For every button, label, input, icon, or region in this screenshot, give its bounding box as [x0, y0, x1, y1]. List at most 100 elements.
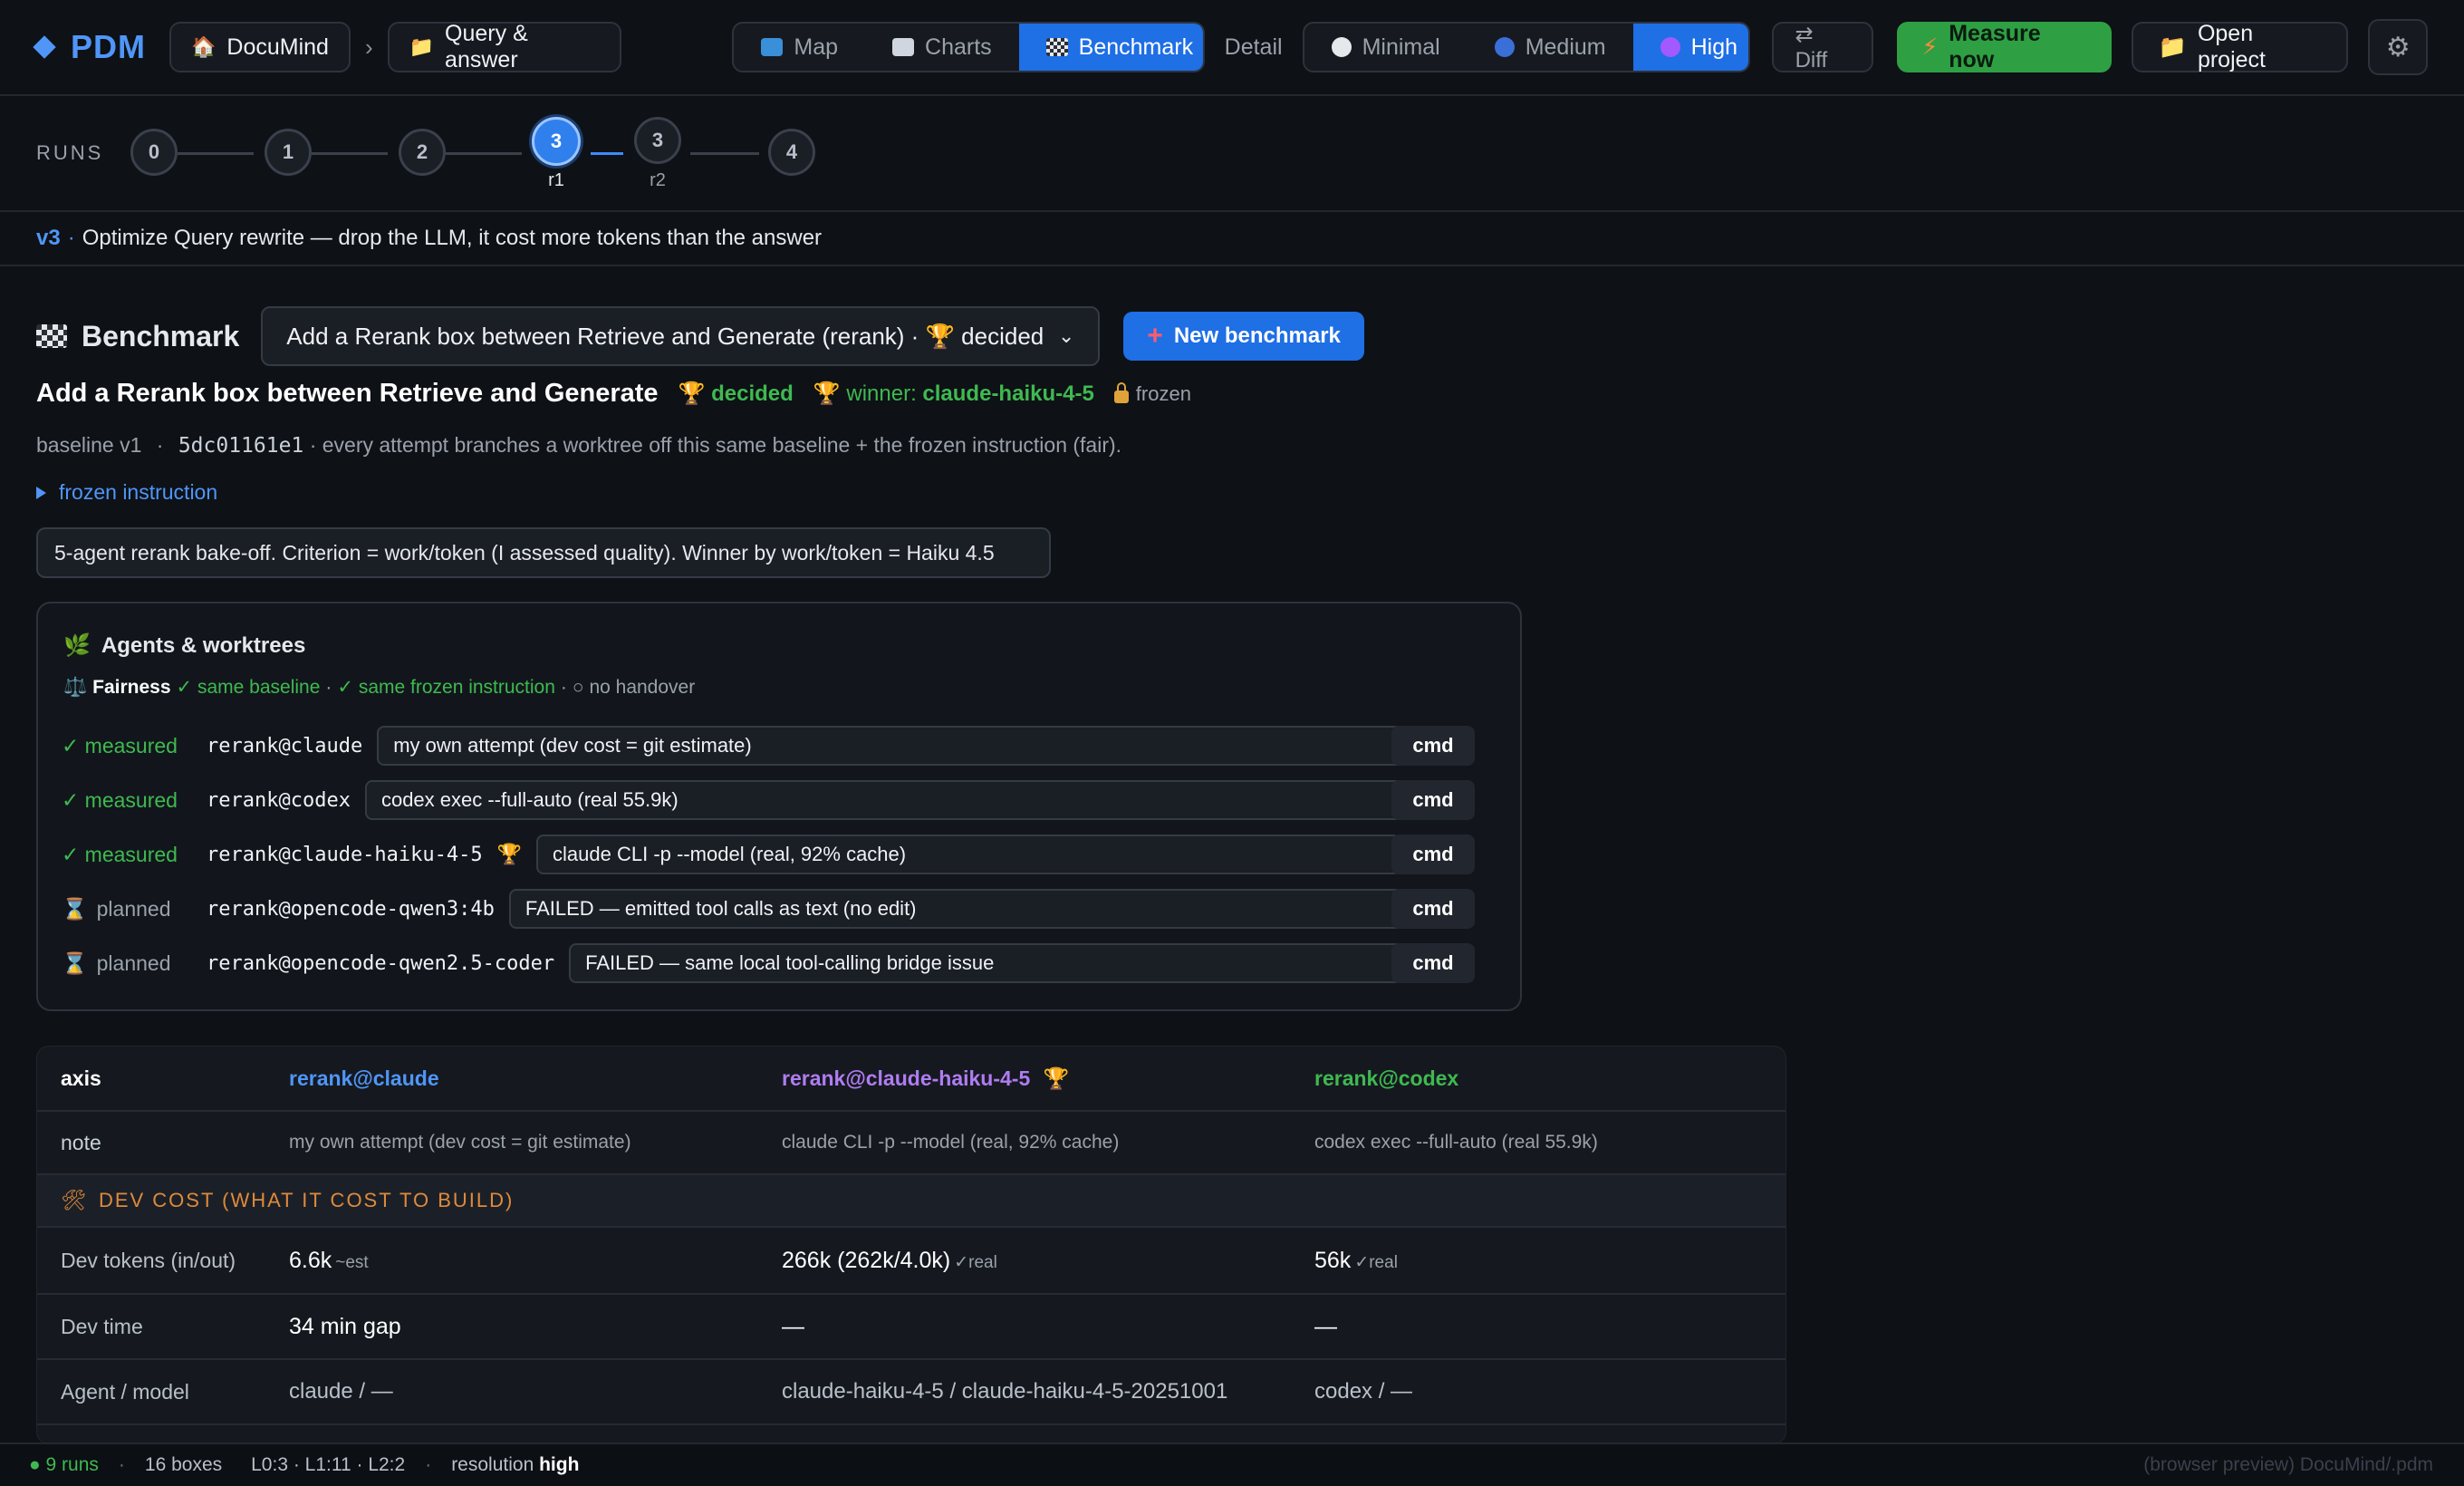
cmd-button[interactable]: cmd [1391, 726, 1475, 766]
agent-note: FAILED — same local tool-calling bridge … [585, 951, 995, 974]
agent-note-field[interactable]: FAILED — same local tool-calling bridge … [569, 943, 1409, 983]
agent-name: rerank@opencode-qwen2.5-coder [207, 951, 555, 975]
column-header-codex[interactable]: rerank@codex [1314, 1066, 1458, 1091]
agent-note-field[interactable]: FAILED — emitted tool calls as text (no … [508, 889, 1406, 929]
map-icon [761, 38, 784, 56]
app-name: PDM [71, 28, 146, 65]
detail-medium-label: Medium [1525, 34, 1606, 60]
cell-value: claude-haiku-4-5 / claude-haiku-4-5-2025… [782, 1379, 1228, 1404]
section-crumb[interactable]: 📁 Query & answer [387, 21, 622, 72]
version-tag: v3 [36, 226, 61, 250]
run-node[interactable]: 2 [399, 129, 446, 176]
chevron-down-icon: ⌄ [1057, 324, 1075, 347]
gear-icon: ⚙ [2385, 32, 2411, 63]
run-node[interactable]: 3 [634, 117, 681, 164]
cell-value: claude CLI -p --model (real, 92% cache) [782, 1132, 1120, 1153]
app-logo[interactable]: PDM [33, 28, 146, 66]
run-node-label: 3 [651, 129, 664, 151]
cell-tag: ✓real [1354, 1252, 1398, 1272]
agent-status-text: planned [96, 950, 171, 975]
cmd-button[interactable]: cmd [1391, 780, 1475, 820]
baseline-hash: 5dc01161e1 [178, 434, 304, 458]
runs-label: RUNS [36, 141, 104, 164]
run-node-selected[interactable]: 3 [532, 117, 581, 166]
cell-main: 6.6k [289, 1247, 332, 1273]
agent-note-field[interactable]: codex exec --full-auto (real 55.9k) [364, 780, 1405, 820]
run-link [178, 152, 254, 155]
diff-button[interactable]: ⇄ Diff [1771, 22, 1873, 72]
row-label: Dev tokens (in/out) [61, 1248, 236, 1272]
run-node[interactable]: 0 [130, 129, 178, 176]
cell-value: 266k (262k/4.0k) ✓real [782, 1248, 997, 1274]
detail-medium[interactable]: Medium [1468, 24, 1633, 71]
agent-note: my own attempt (dev cost = git estimate) [393, 734, 752, 757]
preview-path: (browser preview) DocuMind/.pdm [2143, 1454, 2433, 1475]
open-project-label: Open project [2197, 21, 2266, 72]
version-separator: · [67, 226, 75, 250]
project-crumb[interactable]: 🏠 DocuMind [169, 22, 351, 72]
measure-label: Measure now [1949, 21, 2041, 72]
trophy-icon: 🏆 [496, 843, 523, 865]
agent-status: ✓ measured [62, 787, 178, 812]
cell-main: 266k (262k/4.0k) [782, 1247, 951, 1273]
new-benchmark-button[interactable]: + New benchmark [1123, 312, 1364, 361]
winner-badge: 🏆 winner: claude-haiku-4-5 [813, 381, 1094, 407]
detail-high[interactable]: High [1632, 24, 1748, 71]
tab-charts[interactable]: Charts [865, 24, 1019, 71]
tab-charts-label: Charts [925, 34, 992, 60]
fairness-same-baseline: ✓ same baseline [176, 677, 321, 698]
cmd-label: cmd [1412, 788, 1454, 811]
row-label: Dev time [61, 1314, 143, 1338]
agent-note-field[interactable]: claude CLI -p --model (real, 92% cache) [536, 835, 1401, 874]
cell-value: — [782, 1313, 804, 1339]
cmd-button[interactable]: cmd [1391, 835, 1475, 874]
runs-count: ● 9 runs [29, 1454, 99, 1475]
column-header-claude[interactable]: rerank@claude [289, 1066, 439, 1091]
tab-map[interactable]: Map [734, 24, 865, 71]
winner-prefix: 🏆 winner: [813, 381, 917, 406]
fairness-line: ⚖️ Fairness ✓ same baseline · ✓ same fro… [63, 676, 695, 699]
instruction-field[interactable]: 5-agent rerank bake-off. Criterion = wor… [36, 527, 1051, 578]
cell-value: — [1314, 1313, 1337, 1339]
cmd-label: cmd [1412, 897, 1454, 920]
section-label-text: DEV COST (WHAT IT COST TO BUILD) [98, 1189, 515, 1211]
cell-value: 34 min gap [289, 1313, 401, 1339]
column-header-axis: axis [61, 1066, 101, 1090]
benchmark-select[interactable]: Add a Rerank box between Retrieve and Ge… [261, 306, 1101, 366]
circle-icon [1660, 37, 1680, 57]
project-name: DocuMind [226, 34, 329, 60]
baseline-description: · every attempt branches a worktree off … [309, 433, 1122, 457]
agent-status: ⌛ planned [62, 897, 197, 922]
table-row: Dev tokens (in/out) 6.6k ~est 266k (262k/… [37, 1228, 1785, 1295]
status-separator: · [118, 1454, 125, 1475]
open-project-button[interactable]: 📁 Open project [2131, 21, 2349, 72]
settings-button[interactable]: ⚙ [2368, 19, 2428, 75]
column-header-haiku[interactable]: rerank@claude-haiku-4-5 🏆 [782, 1066, 1069, 1091]
agent-status: ✓ measured [62, 842, 178, 866]
agent-name: rerank@claude [207, 734, 363, 757]
run-link [690, 152, 759, 155]
cmd-button[interactable]: cmd [1391, 943, 1475, 983]
agent-note: FAILED — emitted tool calls as text (no … [525, 897, 917, 920]
tab-benchmark[interactable]: Benchmark [1018, 24, 1203, 71]
version-message: Optimize Query rewrite — drop the LLM, i… [82, 226, 823, 250]
status-separator: · [425, 1454, 432, 1475]
frozen-instruction-toggle[interactable]: frozen instruction [36, 480, 217, 505]
measure-now-button[interactable]: ⚡ Measure now [1896, 21, 2112, 72]
boxes-count: 16 boxes [144, 1454, 223, 1475]
agent-note-field[interactable]: my own attempt (dev cost = git estimate) [377, 726, 1405, 766]
column-header-haiku-label: rerank@claude-haiku-4-5 [782, 1066, 1031, 1090]
agent-name: rerank@claude-haiku-4-5 [207, 843, 483, 866]
status-bar: ● 9 runs · 16 boxes L0:3 · L1:11 · L2:2 … [0, 1443, 2464, 1486]
cmd-button[interactable]: cmd [1391, 889, 1475, 929]
run-node[interactable]: 1 [265, 129, 312, 176]
run-node[interactable]: 4 [768, 129, 815, 176]
tools-icon: 🛠 [61, 1189, 88, 1211]
trophy-icon: 🏆 [1043, 1066, 1070, 1090]
checkered-flag-icon [1045, 38, 1068, 56]
detail-high-label: High [1690, 34, 1738, 60]
scales-icon: ⚖️ [63, 676, 88, 698]
folder-icon: 📁 [2158, 34, 2187, 60]
detail-minimal[interactable]: Minimal [1304, 24, 1468, 71]
circle-icon [1494, 37, 1515, 57]
